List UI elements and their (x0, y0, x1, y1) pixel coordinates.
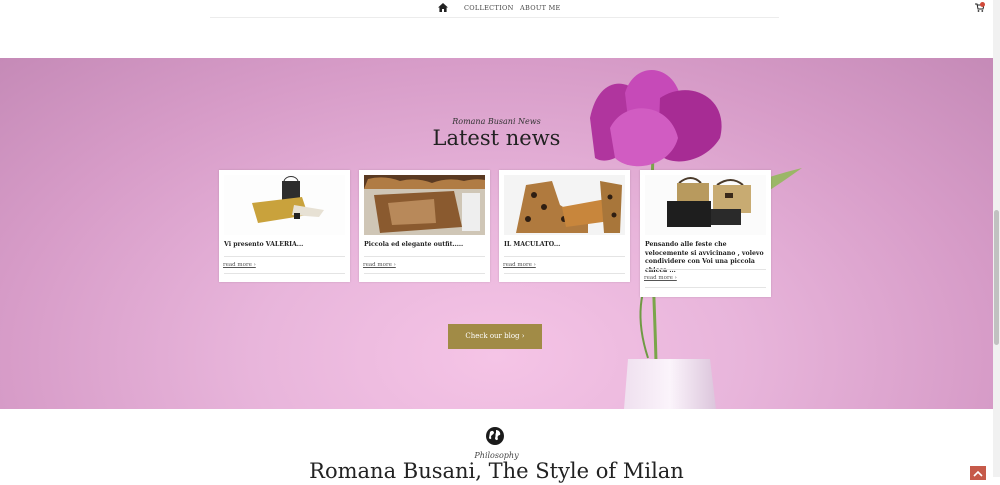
cart-badge (980, 2, 985, 7)
news-card[interactable]: Pensando alle feste che velocemente si a… (640, 170, 771, 297)
check-blog-button[interactable]: Check our blog › (448, 324, 542, 349)
news-card-title[interactable]: IL MACULATO... (504, 241, 626, 250)
scrollbar-thumb[interactable] (994, 210, 999, 345)
card-divider (645, 287, 766, 288)
card-divider (504, 273, 625, 274)
card-divider (645, 269, 766, 270)
card-divider (364, 256, 485, 257)
news-eyebrow: Romana Busani News (452, 117, 541, 126)
card-divider (504, 256, 625, 257)
news-section: Romana Busani News Latest news Vi presen… (0, 58, 993, 409)
nav-divider (210, 17, 779, 18)
news-thumbnail[interactable] (364, 175, 485, 235)
globe-icon (486, 427, 504, 445)
read-more-link[interactable]: read more › (363, 262, 396, 268)
news-card[interactable]: Piccola ed elegante outfit..... read mor… (359, 170, 490, 282)
card-divider (224, 256, 345, 257)
read-more-link[interactable]: read more › (223, 262, 256, 268)
news-heading: Latest news (432, 126, 561, 150)
news-thumbnail[interactable] (645, 175, 766, 235)
news-card-title[interactable]: Piccola ed elegante outfit..... (364, 241, 486, 250)
nav-link-about-me[interactable]: ABOUT ME (520, 4, 561, 12)
read-more-link[interactable]: read more › (644, 275, 677, 281)
news-thumbnail[interactable] (504, 175, 625, 235)
home-icon[interactable] (438, 3, 448, 12)
news-thumbnail[interactable] (224, 175, 345, 235)
philosophy-heading: Romana Busani, The Style of Milan (309, 459, 684, 483)
read-more-link[interactable]: read more › (503, 262, 536, 268)
news-card-title[interactable]: Vi presento VALERIA... (224, 241, 346, 250)
card-divider (364, 273, 485, 274)
top-navigation: COLLECTION ABOUT ME (0, 0, 993, 58)
back-to-top-button[interactable] (970, 466, 986, 480)
chevron-up-icon (973, 470, 983, 477)
card-divider (224, 273, 345, 274)
nav-link-collection[interactable]: COLLECTION (464, 4, 514, 12)
news-card[interactable]: IL MACULATO... read more › (499, 170, 630, 282)
news-card[interactable]: Vi presento VALERIA... read more › (219, 170, 350, 282)
